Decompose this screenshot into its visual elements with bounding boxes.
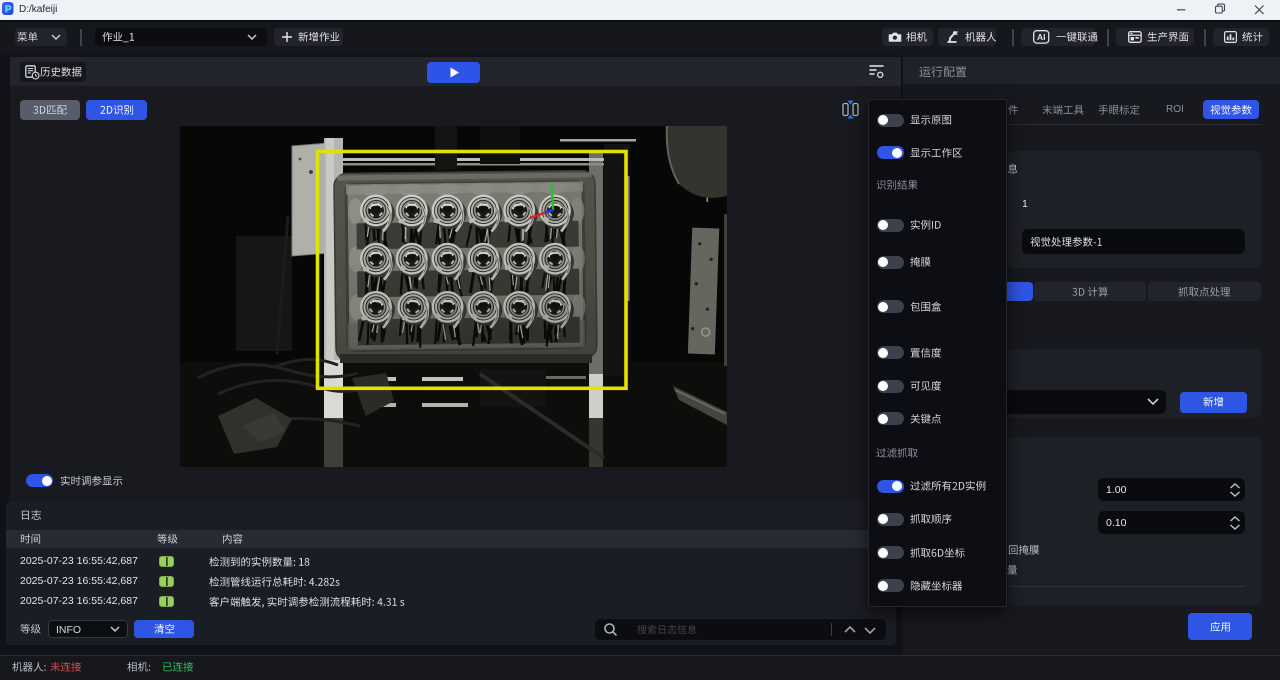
svg-text:AI: AI bbox=[1037, 32, 1046, 42]
